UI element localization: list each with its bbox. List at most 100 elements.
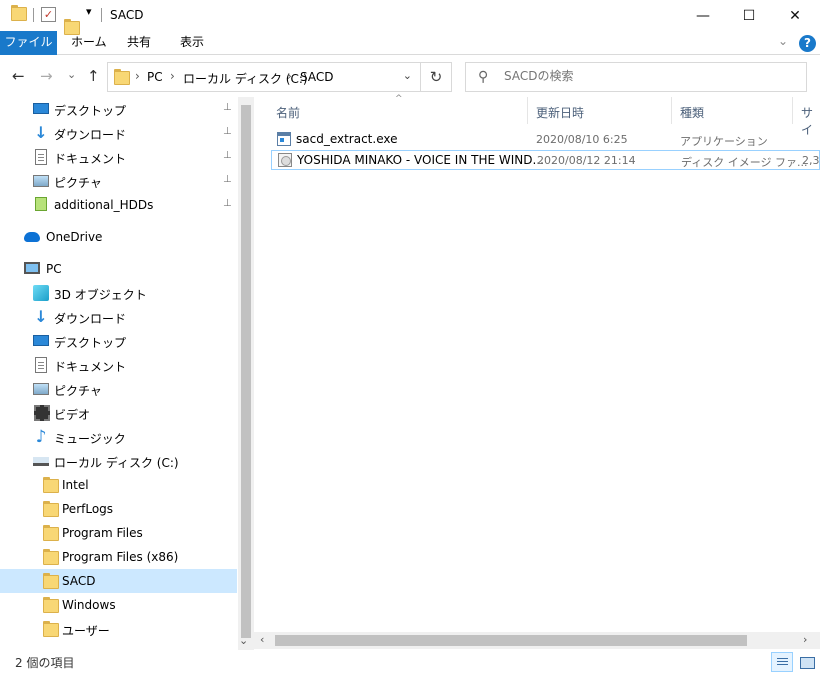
ribbon-tabs: ファイル ホーム 共有 表示 ⌄ ? (0, 31, 820, 55)
file-type: アプリケーション (680, 135, 768, 148)
search-input[interactable] (504, 69, 794, 83)
picture-icon (33, 175, 49, 187)
horizontal-scrollbar-thumb[interactable] (275, 635, 747, 646)
nav-item-additional-hdds[interactable]: additional_HDDs ⊥ (0, 193, 237, 217)
nav-item-label: ドキュメント (54, 360, 127, 374)
nav-item-desktop[interactable]: デスクトップ (0, 329, 237, 353)
file-size: 2,3 (802, 154, 820, 167)
sort-ascending-icon: ^ (395, 94, 403, 104)
help-icon[interactable]: ? (799, 35, 816, 52)
up-button[interactable]: ↑ (87, 67, 100, 85)
nav-item-folder-program-files[interactable]: Program Files (0, 521, 237, 545)
maximize-button[interactable]: ☐ (726, 0, 772, 31)
address-bar[interactable]: › PC › ローカル ディスク (C:) › SACD ⌄ (107, 62, 421, 92)
column-headers: ^ 名前 更新日時 種類 サイ (262, 94, 820, 137)
nav-item-label: ダウンロード (54, 128, 127, 142)
horizontal-scrollbar[interactable]: ‹ › (254, 632, 820, 649)
nav-item-pc[interactable]: PC (0, 257, 237, 281)
hdd-icon (35, 197, 47, 211)
nav-item-documents[interactable]: ドキュメント (0, 353, 237, 377)
title-bar: ✓ ▾ SACD — ☐ ✕ (0, 0, 820, 35)
pin-icon: ⊥ (223, 126, 232, 137)
nav-item-label: デスクトップ (54, 104, 127, 118)
status-bar: 2 個の項目 (0, 650, 820, 674)
recent-locations-button[interactable]: ⌄ (67, 68, 76, 81)
column-divider[interactable] (671, 97, 672, 124)
file-modified: 2020/08/12 21:14 (537, 154, 636, 167)
nav-item-onedrive[interactable]: OneDrive (0, 225, 237, 249)
column-type[interactable]: 種類 (680, 104, 704, 121)
title-separator (101, 8, 102, 22)
breadcrumb-pc[interactable]: PC (147, 70, 163, 84)
folder-icon (43, 549, 59, 565)
scroll-left-icon[interactable]: ‹ (260, 633, 264, 646)
column-divider[interactable] (527, 97, 528, 124)
tab-view[interactable]: 表示 (170, 31, 214, 55)
nav-item-downloads[interactable]: ↓ ダウンロード (0, 305, 237, 329)
pin-icon: ⊥ (223, 102, 232, 113)
nav-item-label: ピクチャ (54, 176, 102, 190)
minimize-button[interactable]: — (680, 0, 726, 31)
breadcrumb-separator[interactable]: › (287, 69, 292, 83)
nav-item-videos[interactable]: ビデオ (0, 401, 237, 425)
nav-item-label: ビデオ (54, 408, 91, 422)
back-button[interactable]: ← (12, 67, 25, 85)
nav-item-label: ローカル ディスク (C:) (54, 456, 179, 470)
pin-icon: ⊥ (223, 174, 232, 185)
folder-icon (114, 69, 130, 85)
nav-item-music[interactable]: ♪ ミュージック (0, 425, 237, 449)
scroll-down-icon[interactable]: ⌄ (239, 634, 248, 647)
nav-scrollbar-thumb[interactable] (241, 105, 251, 638)
breadcrumb-separator[interactable]: › (170, 69, 175, 83)
desktop-icon (33, 335, 49, 346)
column-modified[interactable]: 更新日時 (536, 104, 584, 121)
nav-item-label: Windows (62, 598, 116, 612)
large-icons-view-icon[interactable] (796, 652, 818, 672)
properties-icon[interactable]: ✓ (41, 7, 56, 22)
nav-item-label: additional_HDDs (54, 198, 154, 212)
nav-item-folder-program-files-x86[interactable]: Program Files (x86) (0, 545, 237, 569)
nav-item-3d-objects[interactable]: 3D オブジェクト (0, 281, 237, 305)
nav-item-local-disk[interactable]: ローカル ディスク (C:) (0, 449, 237, 473)
file-name: sacd_extract.exe (296, 132, 398, 146)
tab-home[interactable]: ホーム (61, 31, 117, 55)
forward-button[interactable]: → (40, 67, 53, 85)
address-dropdown-icon[interactable]: ⌄ (403, 69, 412, 82)
nav-item-pictures[interactable]: ピクチャ (0, 377, 237, 401)
title-separator (33, 8, 34, 22)
navigation-pane: デスクトップ ⊥ ↓ ダウンロード ⊥ ドキュメント ⊥ ピクチャ ⊥ addi… (0, 97, 254, 650)
tab-share[interactable]: 共有 (117, 31, 161, 55)
video-icon (34, 405, 50, 421)
expand-ribbon-icon[interactable]: ⌄ (778, 34, 788, 48)
tab-file[interactable]: ファイル (0, 31, 57, 55)
nav-item-folder-sacd[interactable]: SACD (0, 569, 237, 593)
folder-icon (43, 621, 59, 637)
details-view-icon[interactable] (771, 652, 793, 672)
nav-item-documents-pinned[interactable]: ドキュメント ⊥ (0, 145, 237, 169)
nav-item-label: Intel (62, 478, 89, 492)
file-row[interactable]: sacd_extract.exe 2020/08/10 6:25 アプリケーショ… (271, 130, 820, 150)
breadcrumb-sacd[interactable]: SACD (300, 70, 333, 84)
nav-item-folder-windows[interactable]: Windows (0, 593, 237, 617)
nav-item-folder-intel[interactable]: Intel (0, 473, 237, 497)
scroll-right-icon[interactable]: › (803, 633, 807, 646)
search-box[interactable]: ⚲ (465, 62, 807, 92)
disc-image-icon (278, 153, 292, 167)
file-row[interactable]: YOSHIDA MINAKO - VOICE IN THE WIND... 20… (271, 150, 820, 170)
file-modified: 2020/08/10 6:25 (536, 133, 628, 146)
nav-item-folder-perflogs[interactable]: PerfLogs (0, 497, 237, 521)
column-divider[interactable] (792, 97, 793, 124)
nav-item-label: Program Files (x86) (62, 550, 179, 564)
customize-toolbar-icon[interactable]: ▾ (86, 5, 92, 18)
breadcrumb-separator[interactable]: › (135, 69, 140, 83)
3d-objects-icon (33, 285, 49, 301)
nav-item-pictures-pinned[interactable]: ピクチャ ⊥ (0, 169, 237, 193)
refresh-button[interactable]: ↻ (421, 62, 452, 92)
nav-item-label: PerfLogs (62, 502, 114, 516)
nav-item-downloads-pinned[interactable]: ↓ ダウンロード ⊥ (0, 121, 237, 145)
nav-item-folder-users[interactable]: ユーザー (0, 617, 237, 641)
column-name[interactable]: 名前 (276, 104, 300, 121)
nav-item-desktop-pinned[interactable]: デスクトップ ⊥ (0, 97, 237, 121)
close-button[interactable]: ✕ (772, 0, 818, 31)
music-icon: ♪ (35, 427, 47, 447)
